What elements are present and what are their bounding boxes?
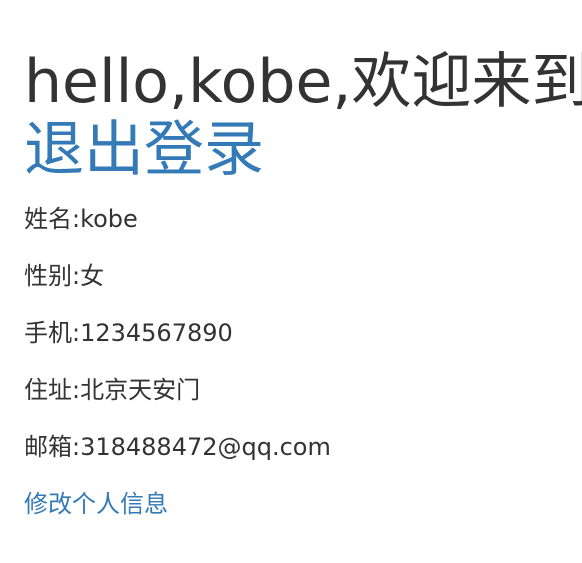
gender-field: 性别:女 bbox=[24, 262, 105, 290]
name-field: 姓名:kobe bbox=[24, 205, 138, 233]
email-field: 邮箱:318488472@qq.com bbox=[24, 433, 331, 461]
welcome-heading: hello,kobe,欢迎来到 bbox=[24, 47, 582, 117]
edit-profile-link[interactable]: 修改个人信息 bbox=[24, 489, 168, 519]
logout-link[interactable]: 退出登录 bbox=[24, 112, 264, 188]
profile-page: hello,kobe,欢迎来到 退出登录 姓名:kobe 性别:女 手机:123… bbox=[24, 0, 582, 563]
phone-field: 手机:1234567890 bbox=[24, 319, 233, 347]
address-field: 住址:北京天安门 bbox=[24, 376, 201, 404]
